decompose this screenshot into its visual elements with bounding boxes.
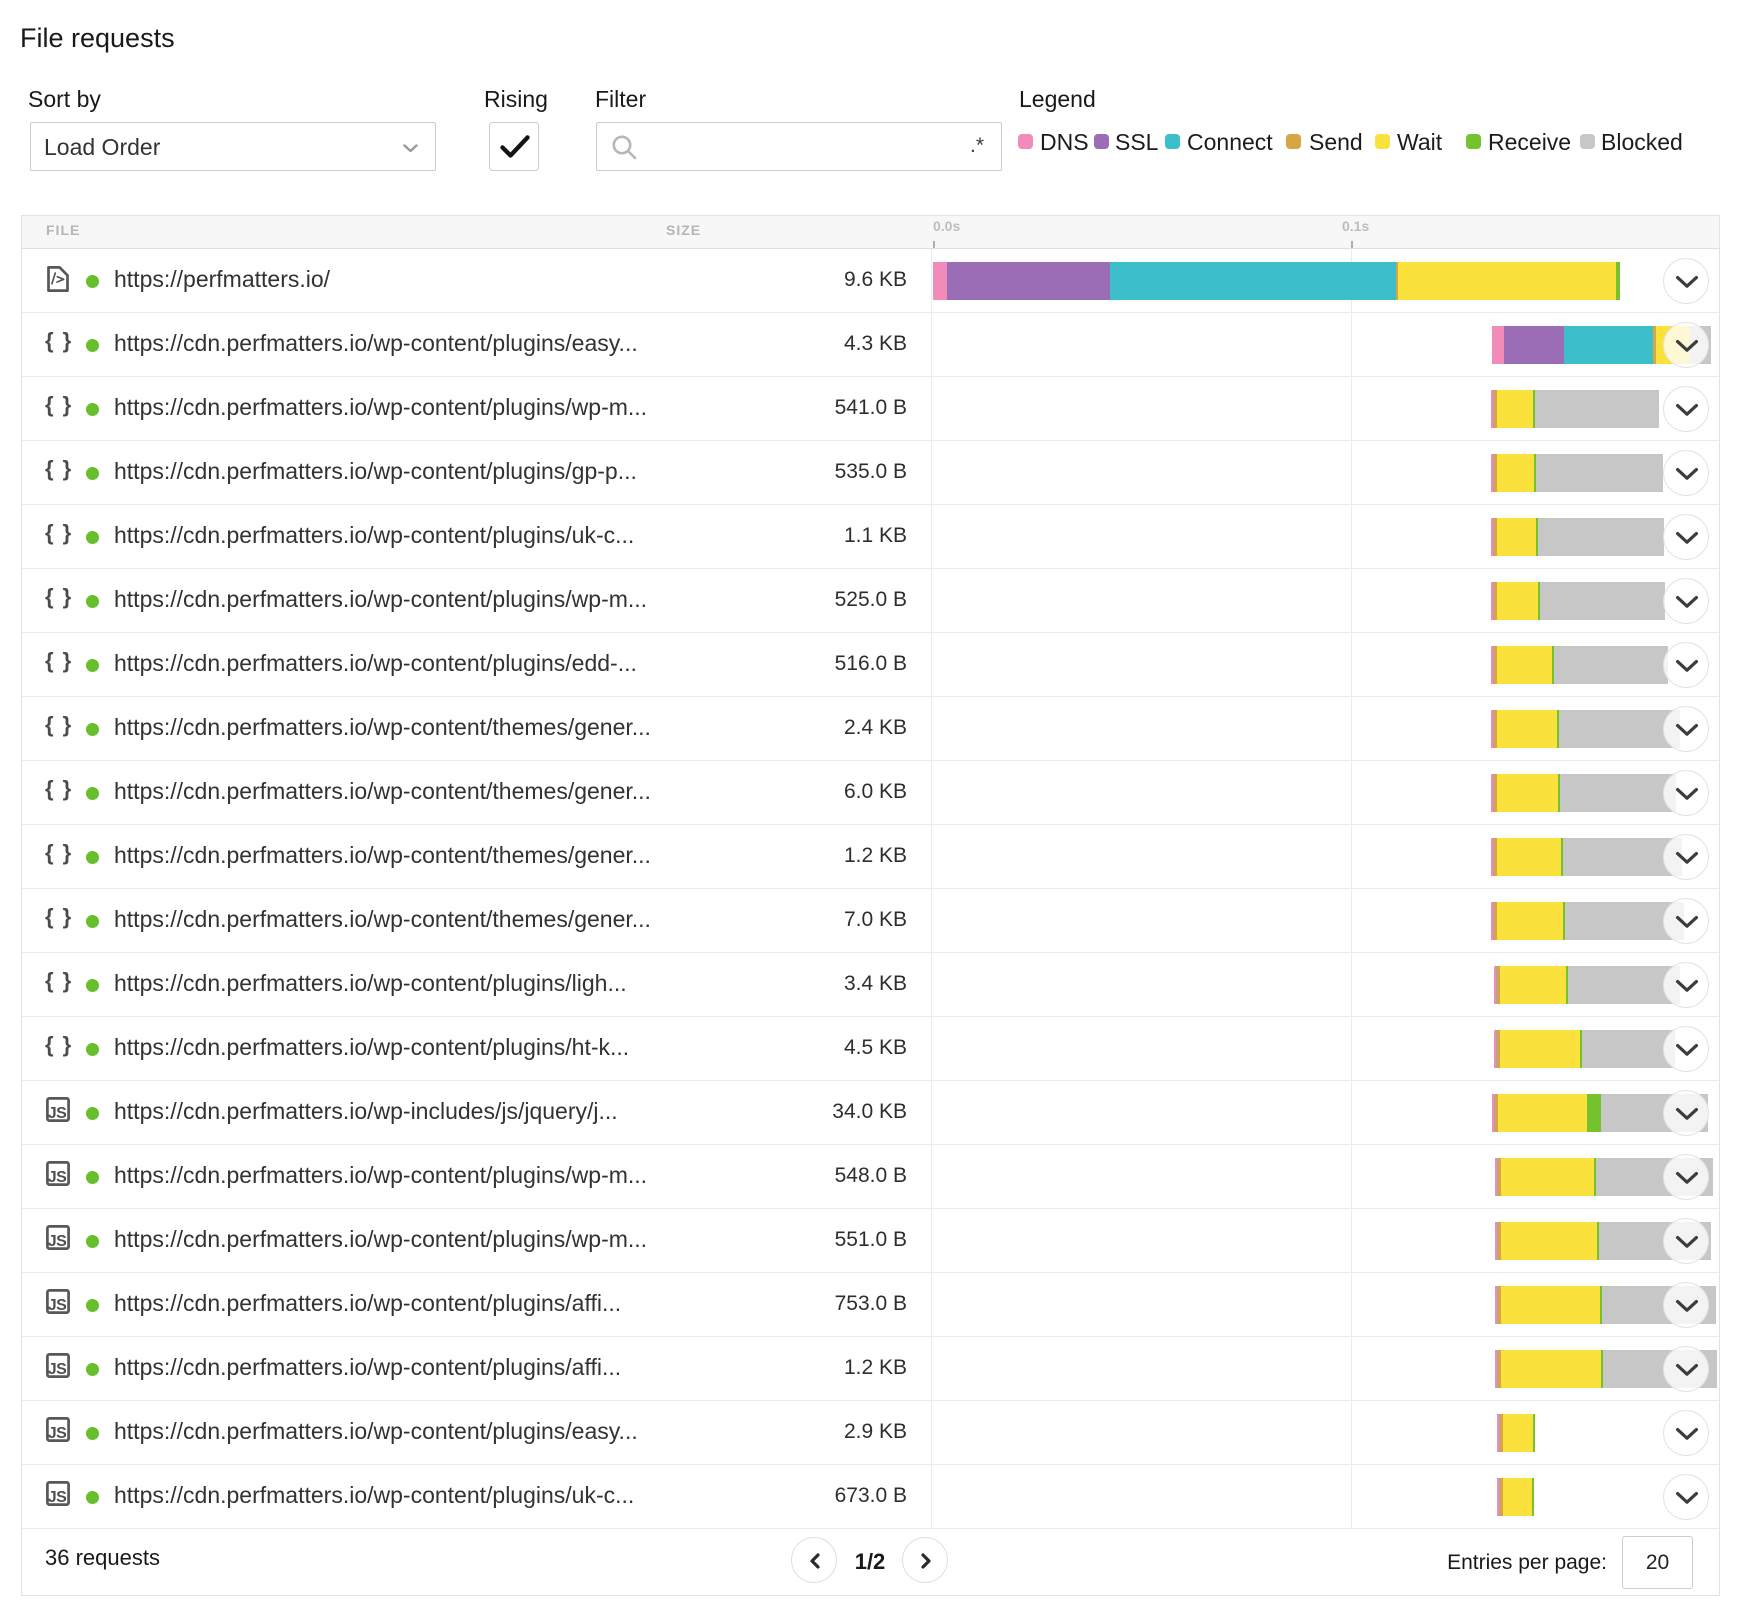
svg-text:JS: JS <box>48 1361 67 1378</box>
svg-text:JS: JS <box>48 1105 67 1122</box>
svg-text:JS: JS <box>48 1425 67 1442</box>
svg-text:JS: JS <box>48 1233 67 1250</box>
svg-text:JS: JS <box>48 1489 67 1506</box>
svg-text:JS: JS <box>48 1297 67 1314</box>
svg-text:JS: JS <box>48 1169 67 1186</box>
